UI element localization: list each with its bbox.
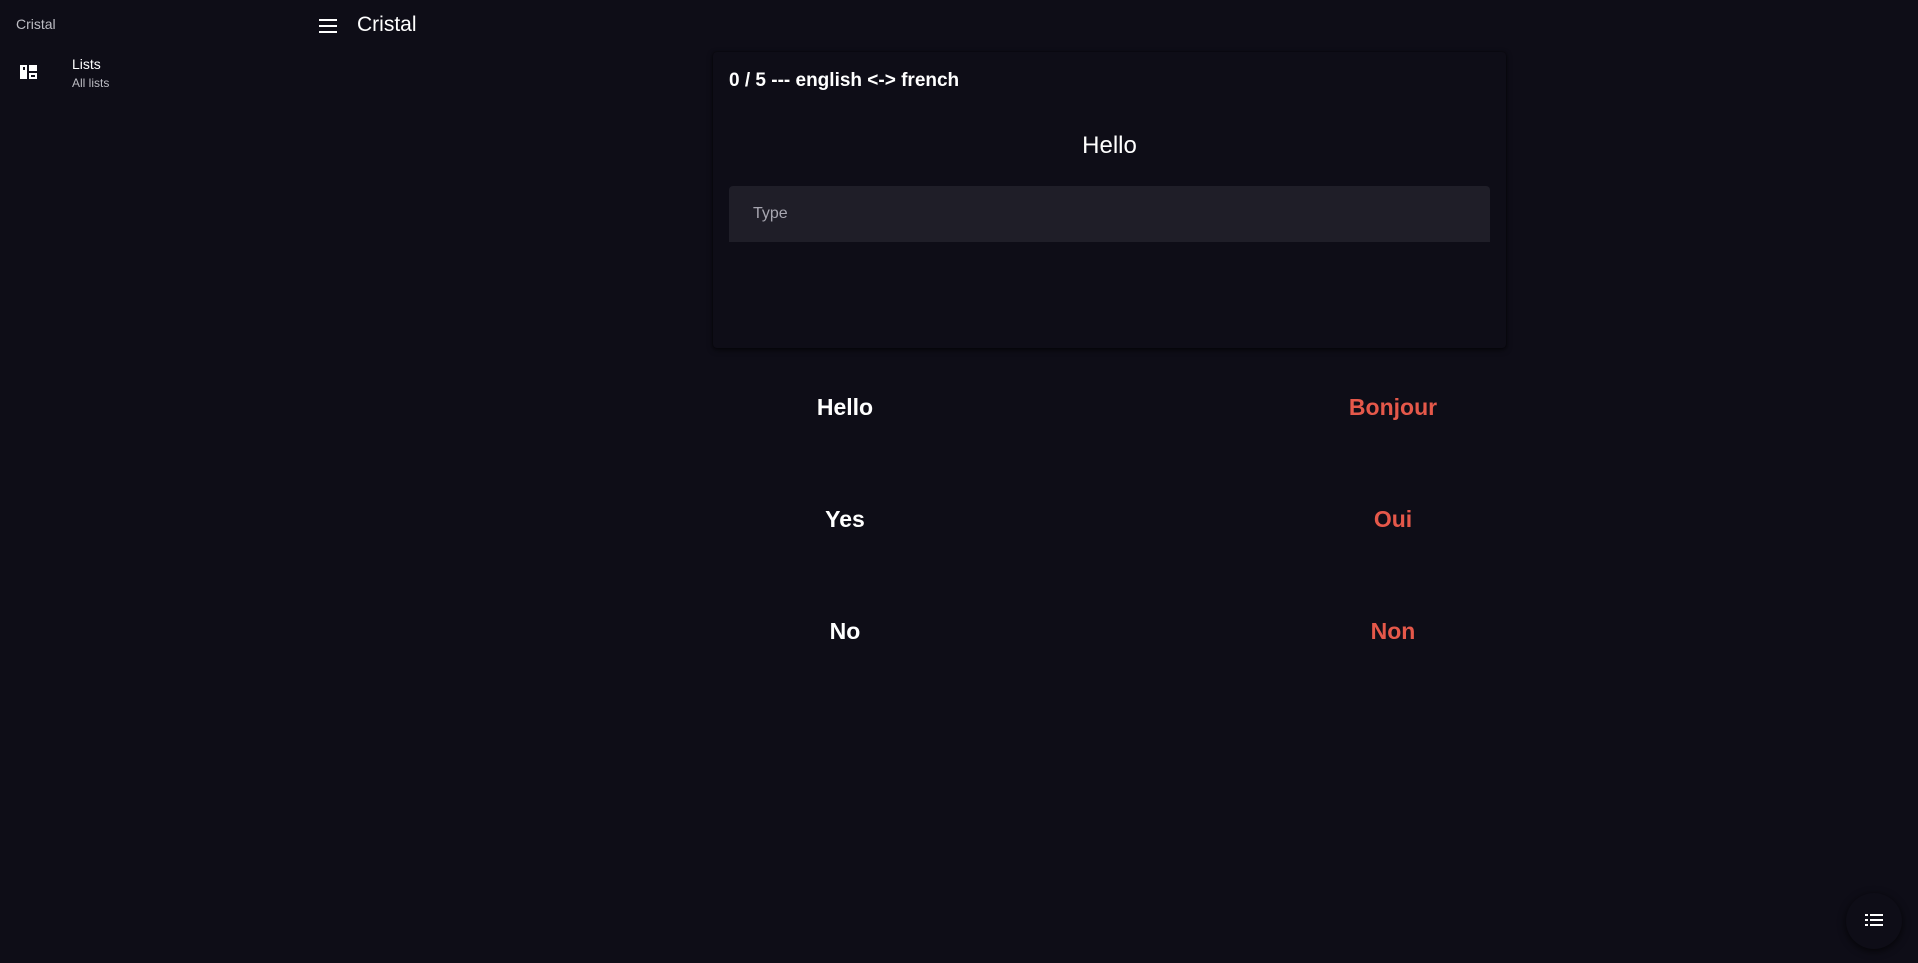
sidebar-title: Cristal	[16, 16, 56, 32]
app: Cristal Lists All lists Cristal 0 / 5 --	[0, 0, 1918, 963]
menu-button[interactable]	[312, 10, 344, 42]
word-row: No Non	[713, 604, 1773, 664]
quiz-prompt-word: Hello	[1082, 132, 1137, 159]
word-english: Yes	[825, 506, 865, 532]
list-fab-button[interactable]	[1846, 893, 1902, 949]
word-french: Non	[1370, 618, 1416, 644]
dashboard-icon	[20, 65, 37, 79]
menu-icon	[319, 19, 337, 33]
quiz-progress: 0 / 5 --- english <-> french	[729, 70, 960, 91]
answer-field	[729, 186, 1490, 242]
word-french: Bonjour	[1348, 394, 1438, 420]
word-row: Hello Bonjour	[713, 380, 1773, 440]
answer-input[interactable]	[729, 186, 1490, 242]
quiz-card: 0 / 5 --- english <-> french Hello	[713, 52, 1506, 348]
app-title: Cristal	[357, 13, 417, 36]
word-english: No	[829, 618, 861, 644]
sidebar: Cristal Lists All lists	[0, 0, 300, 963]
list-icon	[1865, 914, 1883, 926]
word-english: Hello	[816, 394, 874, 420]
word-french: Oui	[1373, 506, 1413, 532]
sidebar-item-lists[interactable]: Lists All lists	[0, 50, 300, 98]
sidebar-item-label: Lists	[72, 56, 101, 72]
word-row: Yes Oui	[713, 492, 1773, 552]
sidebar-item-sublabel: All lists	[72, 76, 110, 90]
